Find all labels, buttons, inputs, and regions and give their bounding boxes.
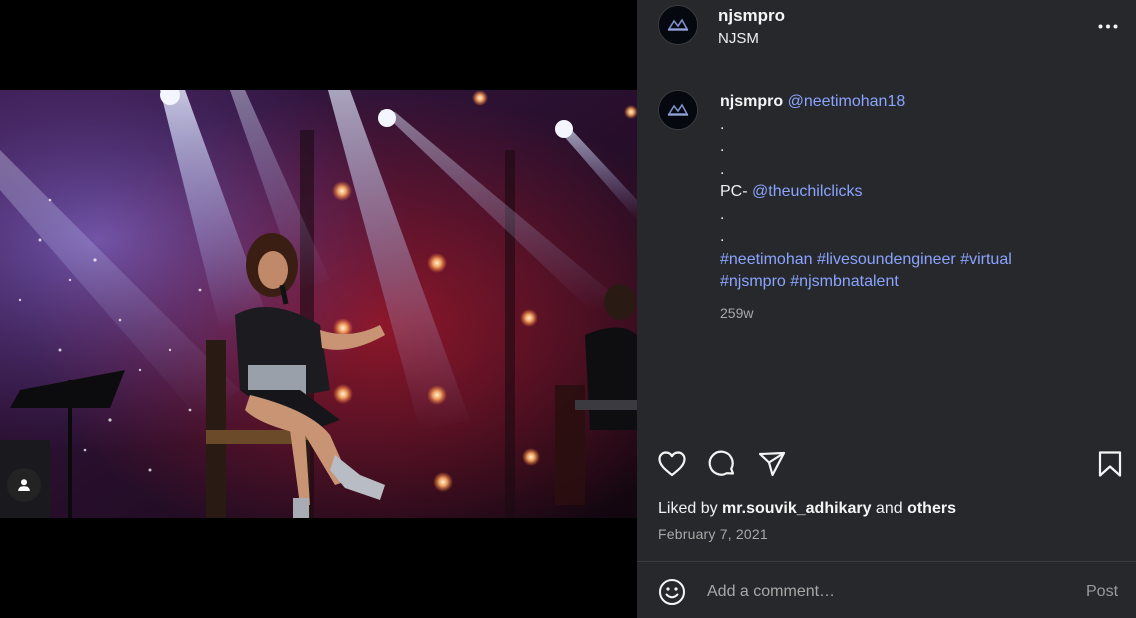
caption-dot: . — [720, 205, 725, 223]
post-time-ago[interactable]: 259w — [720, 302, 1110, 325]
comment-bar: Post — [637, 562, 1136, 618]
comment-button[interactable] — [705, 447, 739, 481]
caption-dot: . — [720, 138, 725, 155]
comment-input[interactable] — [707, 580, 1067, 604]
hashtag-link[interactable]: #virtual — [960, 251, 1012, 268]
likes-summary: Liked by mr.souvik_adhikary and others — [658, 500, 956, 518]
account-avatar[interactable] — [658, 5, 698, 45]
hashtag-link[interactable]: #njsmbnatalent — [790, 273, 899, 290]
emoji-button[interactable] — [657, 577, 687, 607]
person-icon — [18, 479, 30, 491]
brand-logo-icon — [659, 6, 697, 44]
post-header: njsmpro NJSM — [637, 0, 1136, 56]
post-photo[interactable] — [0, 90, 637, 518]
post-media — [0, 0, 637, 618]
caption-username[interactable]: njsmpro — [720, 93, 783, 110]
like-button[interactable] — [655, 447, 689, 481]
caption-avatar[interactable] — [658, 90, 698, 130]
likes-others-link[interactable]: others — [907, 500, 956, 517]
more-options-icon — [1098, 24, 1118, 28]
brand-logo-icon — [659, 91, 697, 129]
post-date[interactable]: February 7, 2021 — [658, 526, 768, 542]
post-details-panel: njsmpro NJSM njsmpro @neetimohan18 . . .… — [637, 0, 1136, 618]
likes-prefix: Liked by — [658, 500, 723, 517]
share-button[interactable] — [755, 447, 789, 481]
caption-dot: . — [720, 160, 725, 178]
caption-dot: . — [720, 228, 725, 245]
account-subtitle[interactable]: NJSM — [718, 30, 759, 47]
bookmark-icon — [1098, 451, 1122, 477]
hashtag-link[interactable]: #njsmpro — [720, 273, 786, 290]
likes-connector: and — [871, 500, 908, 517]
more-options-button[interactable] — [1095, 16, 1121, 36]
save-button[interactable] — [1093, 447, 1127, 481]
post-actions — [637, 447, 1136, 481]
mention-link[interactable]: @neetimohan18 — [788, 93, 906, 110]
caption-dot: . — [720, 115, 725, 133]
account-username[interactable]: njsmpro — [718, 6, 785, 26]
mention-link[interactable]: @theuchilclicks — [752, 183, 863, 200]
paper-plane-icon — [758, 451, 786, 477]
heart-icon — [658, 451, 686, 477]
hashtag-link[interactable]: #neetimohan — [720, 251, 813, 268]
comment-icon — [708, 450, 735, 476]
liked-by-user-link[interactable]: mr.souvik_adhikary — [722, 500, 871, 517]
caption-pc-prefix: PC- — [720, 183, 752, 200]
tag-people-button[interactable] — [7, 468, 41, 502]
concert-photo — [0, 90, 637, 518]
post-caption: njsmpro @neetimohan18 . . . PC- @theuchi… — [720, 91, 1110, 324]
hashtag-link[interactable]: #livesoundengineer — [817, 251, 956, 268]
post-comment-button[interactable]: Post — [1086, 583, 1118, 601]
smiley-icon — [659, 579, 685, 605]
